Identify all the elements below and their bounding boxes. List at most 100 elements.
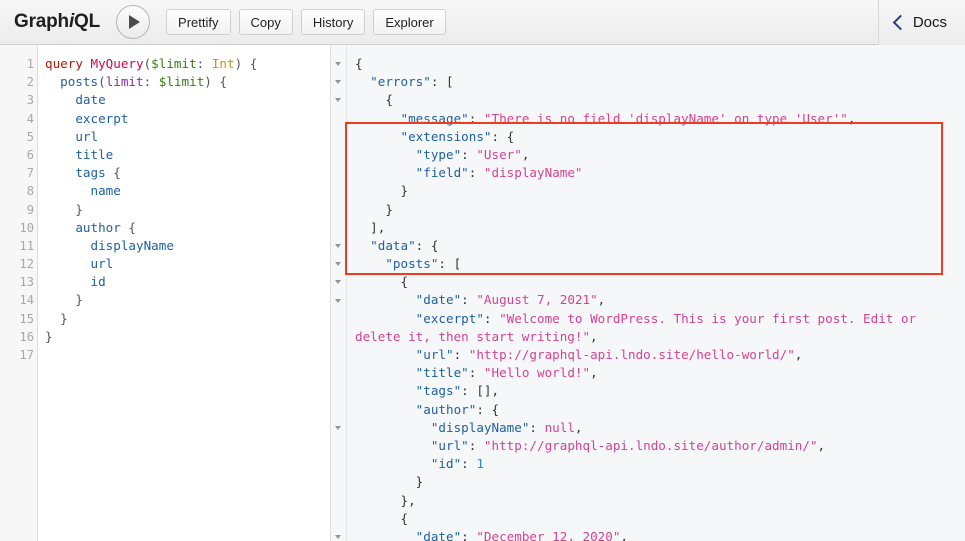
play-icon <box>129 15 141 29</box>
execute-query-button[interactable] <box>116 5 151 39</box>
query-token: $limit <box>151 56 197 71</box>
result-token: , <box>597 292 606 308</box>
query-token <box>45 165 75 180</box>
explorer-button[interactable]: Explorer <box>373 9 446 35</box>
result-token: } <box>355 474 424 490</box>
history-button[interactable]: History <box>300 9 366 35</box>
query-token <box>45 111 75 126</box>
result-token: "data" <box>370 237 416 253</box>
result-json-line: "url": "http://graphql-api.lndo.site/aut… <box>355 437 965 455</box>
result-token: "id" <box>430 456 462 472</box>
query-code-line: query MyQuery($limit: Int) { <box>45 55 330 73</box>
result-token: "excerpt" <box>415 310 484 326</box>
result-gutter-row <box>331 73 346 91</box>
query-line-number: 5 <box>26 129 34 144</box>
result-token: }, <box>355 492 416 508</box>
fold-triangle-icon[interactable] <box>335 62 341 67</box>
result-token <box>355 402 416 417</box>
result-token: , <box>847 110 856 126</box>
result-token: , <box>620 528 628 541</box>
result-gutter-row <box>331 146 346 164</box>
docs-label: Docs <box>912 13 947 31</box>
fold-triangle-icon[interactable] <box>335 80 341 85</box>
result-gutter-row <box>331 273 346 291</box>
query-token: $limit <box>158 74 205 90</box>
fold-triangle-icon[interactable] <box>335 280 341 285</box>
prettify-button[interactable]: Prettify <box>166 9 231 35</box>
query-code-line: } <box>45 328 330 346</box>
result-json-line: "excerpt": "Welcome to WordPress. This i… <box>355 310 965 346</box>
result-gutter-row <box>331 382 346 400</box>
result-gutter-row <box>331 91 346 109</box>
query-line-number: 4 <box>26 111 34 126</box>
query-token: } <box>45 292 83 308</box>
result-fold-gutter[interactable] <box>331 45 347 541</box>
result-json-line: { <box>355 510 965 528</box>
result-token <box>355 238 370 253</box>
result-token: "User" <box>476 146 522 162</box>
query-line-number: 15 <box>19 311 34 326</box>
result-json-area[interactable]: { "errors": [ { "message": "There is no … <box>347 45 965 541</box>
toolbar: GraphiQL Prettify Copy History Explorer … <box>0 0 965 45</box>
query-token: title <box>75 146 114 162</box>
copy-button[interactable]: Copy <box>238 9 293 35</box>
query-token <box>45 274 91 289</box>
result-json-line: "type": "User", <box>355 146 965 164</box>
result-gutter-row <box>331 419 346 437</box>
query-code-line: posts(limit: $limit) { <box>45 73 330 91</box>
fold-triangle-icon[interactable] <box>335 243 341 248</box>
query-token: url <box>90 256 114 272</box>
query-token <box>45 256 91 271</box>
result-gutter-row <box>331 128 346 146</box>
result-token: , <box>521 146 530 162</box>
result-token: ], <box>355 219 386 235</box>
result-token: { <box>355 56 363 71</box>
result-token: } <box>355 183 409 199</box>
result-token <box>355 383 416 398</box>
result-token <box>355 311 416 326</box>
fold-triangle-icon[interactable] <box>335 98 341 103</box>
result-json-line: } <box>355 201 965 219</box>
docs-button[interactable]: Docs <box>878 0 965 45</box>
result-token: : <box>461 146 477 162</box>
fold-triangle-icon[interactable] <box>335 534 341 539</box>
result-gutter-row <box>331 528 346 541</box>
result-viewer-pane[interactable]: { "errors": [ { "message": "There is no … <box>331 45 965 541</box>
result-json-line: "data": { <box>355 237 965 255</box>
result-token: "December 12, 2020" <box>476 528 621 541</box>
query-token <box>45 74 60 89</box>
query-token <box>45 92 75 107</box>
result-token: , <box>574 419 583 435</box>
app-logo: GraphiQL <box>14 11 100 33</box>
result-token: "Hello world!" <box>483 365 591 381</box>
result-token: : <box>453 347 469 363</box>
result-gutter-row <box>331 291 346 309</box>
fold-triangle-icon[interactable] <box>335 425 341 430</box>
query-token: posts <box>60 74 99 90</box>
result-token <box>355 529 416 541</box>
result-token: : [ <box>438 256 462 272</box>
result-token: : <box>468 365 484 381</box>
query-code-line: displayName <box>45 237 330 255</box>
fold-triangle-icon[interactable] <box>335 262 341 267</box>
query-line-number-gutter[interactable]: 1 2 3 4 5 6 7 8 9 10 11 12 13 14 15 16 17 <box>8 45 46 541</box>
result-json-line: "date": "December 12, 2020", <box>355 528 965 541</box>
result-token <box>355 165 416 180</box>
query-token: excerpt <box>75 110 129 126</box>
query-line-number: 7 <box>26 166 34 181</box>
result-token: { <box>355 274 409 290</box>
result-json-line: "errors": [ <box>355 73 965 91</box>
result-token: , <box>590 365 598 381</box>
result-gutter-row <box>331 110 346 128</box>
query-code-line: name <box>45 182 330 200</box>
query-editor-pane[interactable]: 1 2 3 4 5 6 7 8 9 10 11 12 13 14 15 16 17 query MyQuery(… <box>0 45 331 541</box>
result-json-line: "url": "http://graphql-api.lndo.site/hel… <box>355 346 965 364</box>
result-token: "field" <box>415 165 469 181</box>
query-code-area[interactable]: query MyQuery($limit: Int) { posts(limit… <box>38 45 330 541</box>
fold-triangle-icon[interactable] <box>335 298 341 303</box>
result-json-line: { <box>355 273 965 291</box>
result-token: : <box>468 110 484 126</box>
query-line-number: 2 <box>8 73 46 91</box>
result-token: : <box>468 165 484 181</box>
query-line-number: 14 <box>19 293 34 308</box>
